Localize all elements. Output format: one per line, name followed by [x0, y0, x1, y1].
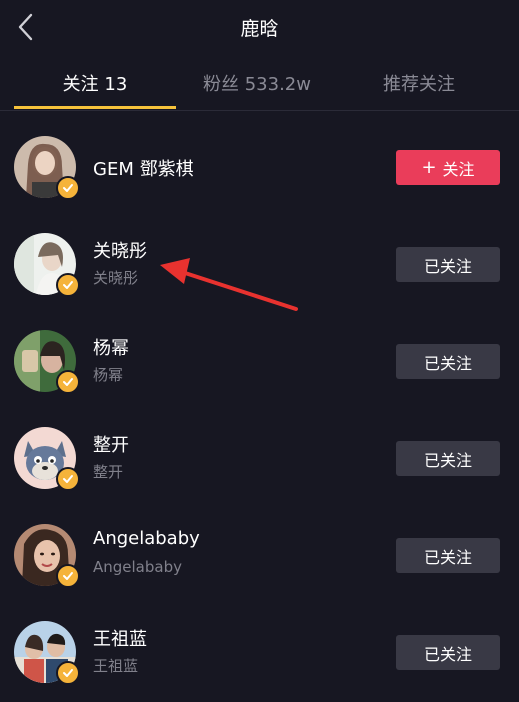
follow-button-label: 关注 — [442, 159, 475, 179]
followed-button[interactable]: 已关注 — [396, 441, 500, 476]
check-icon — [63, 669, 73, 677]
user-subtitle: 王祖蓝 — [93, 657, 139, 675]
verified-badge — [56, 564, 80, 588]
check-icon — [63, 281, 73, 289]
user-name: 杨幂 — [93, 338, 129, 359]
tab-bar: 关注 13 粉丝 533.2w 推荐关注 — [0, 58, 519, 111]
list-item[interactable]: 整开 整开 已关注 — [0, 409, 519, 506]
list-item[interactable]: Angelababy Angelababy 已关注 — [0, 506, 519, 603]
page-title: 鹿晗 — [240, 18, 279, 40]
followed-button[interactable]: 已关注 — [396, 344, 500, 379]
tab-recommended[interactable]: 推荐关注 — [338, 70, 500, 96]
user-subtitle: 关晓彤 — [93, 269, 139, 287]
verified-badge — [56, 273, 80, 297]
tab-following[interactable]: 关注 13 — [14, 70, 176, 96]
check-icon — [63, 378, 73, 386]
verified-badge — [56, 661, 80, 685]
user-name: 整开 — [93, 435, 129, 456]
followed-button[interactable]: 已关注 — [396, 538, 500, 573]
tab-fans[interactable]: 粉丝 533.2w — [176, 70, 338, 96]
followed-button[interactable]: 已关注 — [396, 247, 500, 282]
user-name: GEM 鄧紫棋 — [93, 159, 194, 180]
user-name: Angelababy — [93, 528, 200, 549]
followed-button[interactable]: 已关注 — [396, 635, 500, 670]
active-tab-indicator — [14, 106, 176, 109]
user-name: 王祖蓝 — [93, 629, 147, 650]
check-icon — [63, 572, 73, 580]
list-item[interactable]: 关晓彤 关晓彤 已关注 — [0, 215, 519, 312]
follow-button[interactable]: + 关注 — [396, 150, 500, 185]
verified-badge — [56, 467, 80, 491]
following-list-screen: 鹿晗 关注 13 粉丝 533.2w 推荐关注 GEM 鄧紫棋 + 关注 关晓彤… — [0, 0, 519, 702]
list-item[interactable]: 杨幂 杨幂 已关注 — [0, 312, 519, 409]
list-item[interactable]: 王祖蓝 王祖蓝 已关注 — [0, 603, 519, 700]
user-subtitle: 杨幂 — [93, 366, 124, 384]
verified-badge — [56, 370, 80, 394]
user-name: 关晓彤 — [93, 241, 147, 262]
list-item[interactable]: GEM 鄧紫棋 + 关注 — [0, 118, 519, 215]
user-subtitle: 整开 — [93, 463, 124, 481]
verified-badge — [56, 176, 80, 200]
check-icon — [63, 475, 73, 483]
user-subtitle: Angelababy — [93, 558, 182, 576]
check-icon — [63, 184, 73, 192]
top-bar: 鹿晗 — [0, 0, 519, 55]
following-list: GEM 鄧紫棋 + 关注 关晓彤 关晓彤 已关注 杨幂 杨幂 已关注 整开 整开… — [0, 118, 519, 700]
plus-icon: + — [421, 156, 437, 178]
